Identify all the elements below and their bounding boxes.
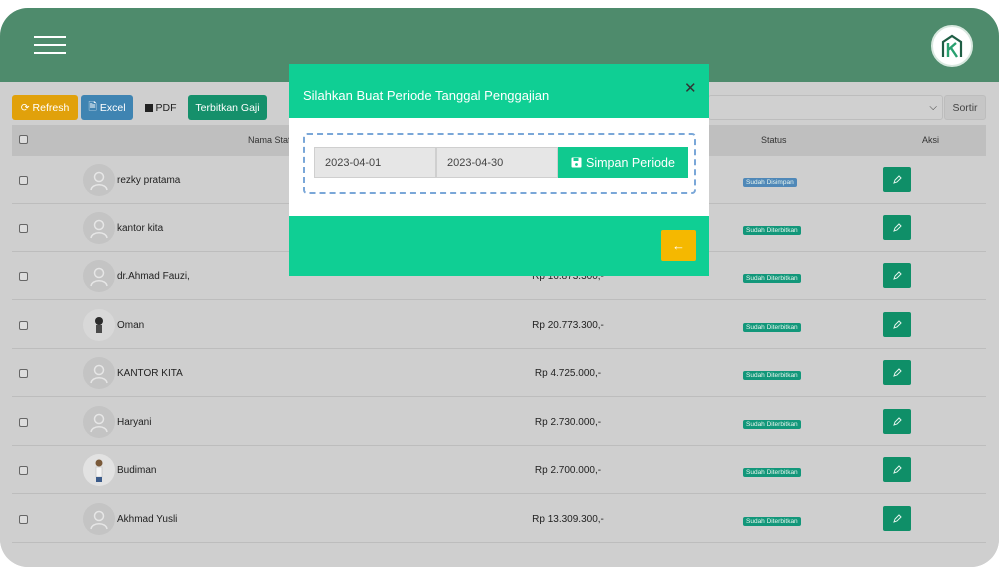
arrow-left-icon: ← <box>672 238 685 253</box>
back-button[interactable]: ← <box>661 230 696 261</box>
modal-title: Silahkan Buat Periode Tanggal Penggajian <box>303 88 550 103</box>
modal-footer: ← <box>289 216 709 276</box>
payroll-period-modal: Silahkan Buat Periode Tanggal Penggajian… <box>289 64 709 276</box>
close-icon[interactable]: ✕ <box>684 79 697 97</box>
date-range-form: 2023-04-01 2023-04-30 Simpan Periode <box>303 133 696 194</box>
modal-overlay: Silahkan Buat Periode Tanggal Penggajian… <box>0 0 999 575</box>
start-date-input[interactable]: 2023-04-01 <box>314 147 436 178</box>
floppy-disk-icon <box>571 157 582 168</box>
save-period-button[interactable]: Simpan Periode <box>558 147 688 178</box>
end-date-input[interactable]: 2023-04-30 <box>436 147 558 178</box>
modal-header: Silahkan Buat Periode Tanggal Penggajian… <box>289 64 709 118</box>
